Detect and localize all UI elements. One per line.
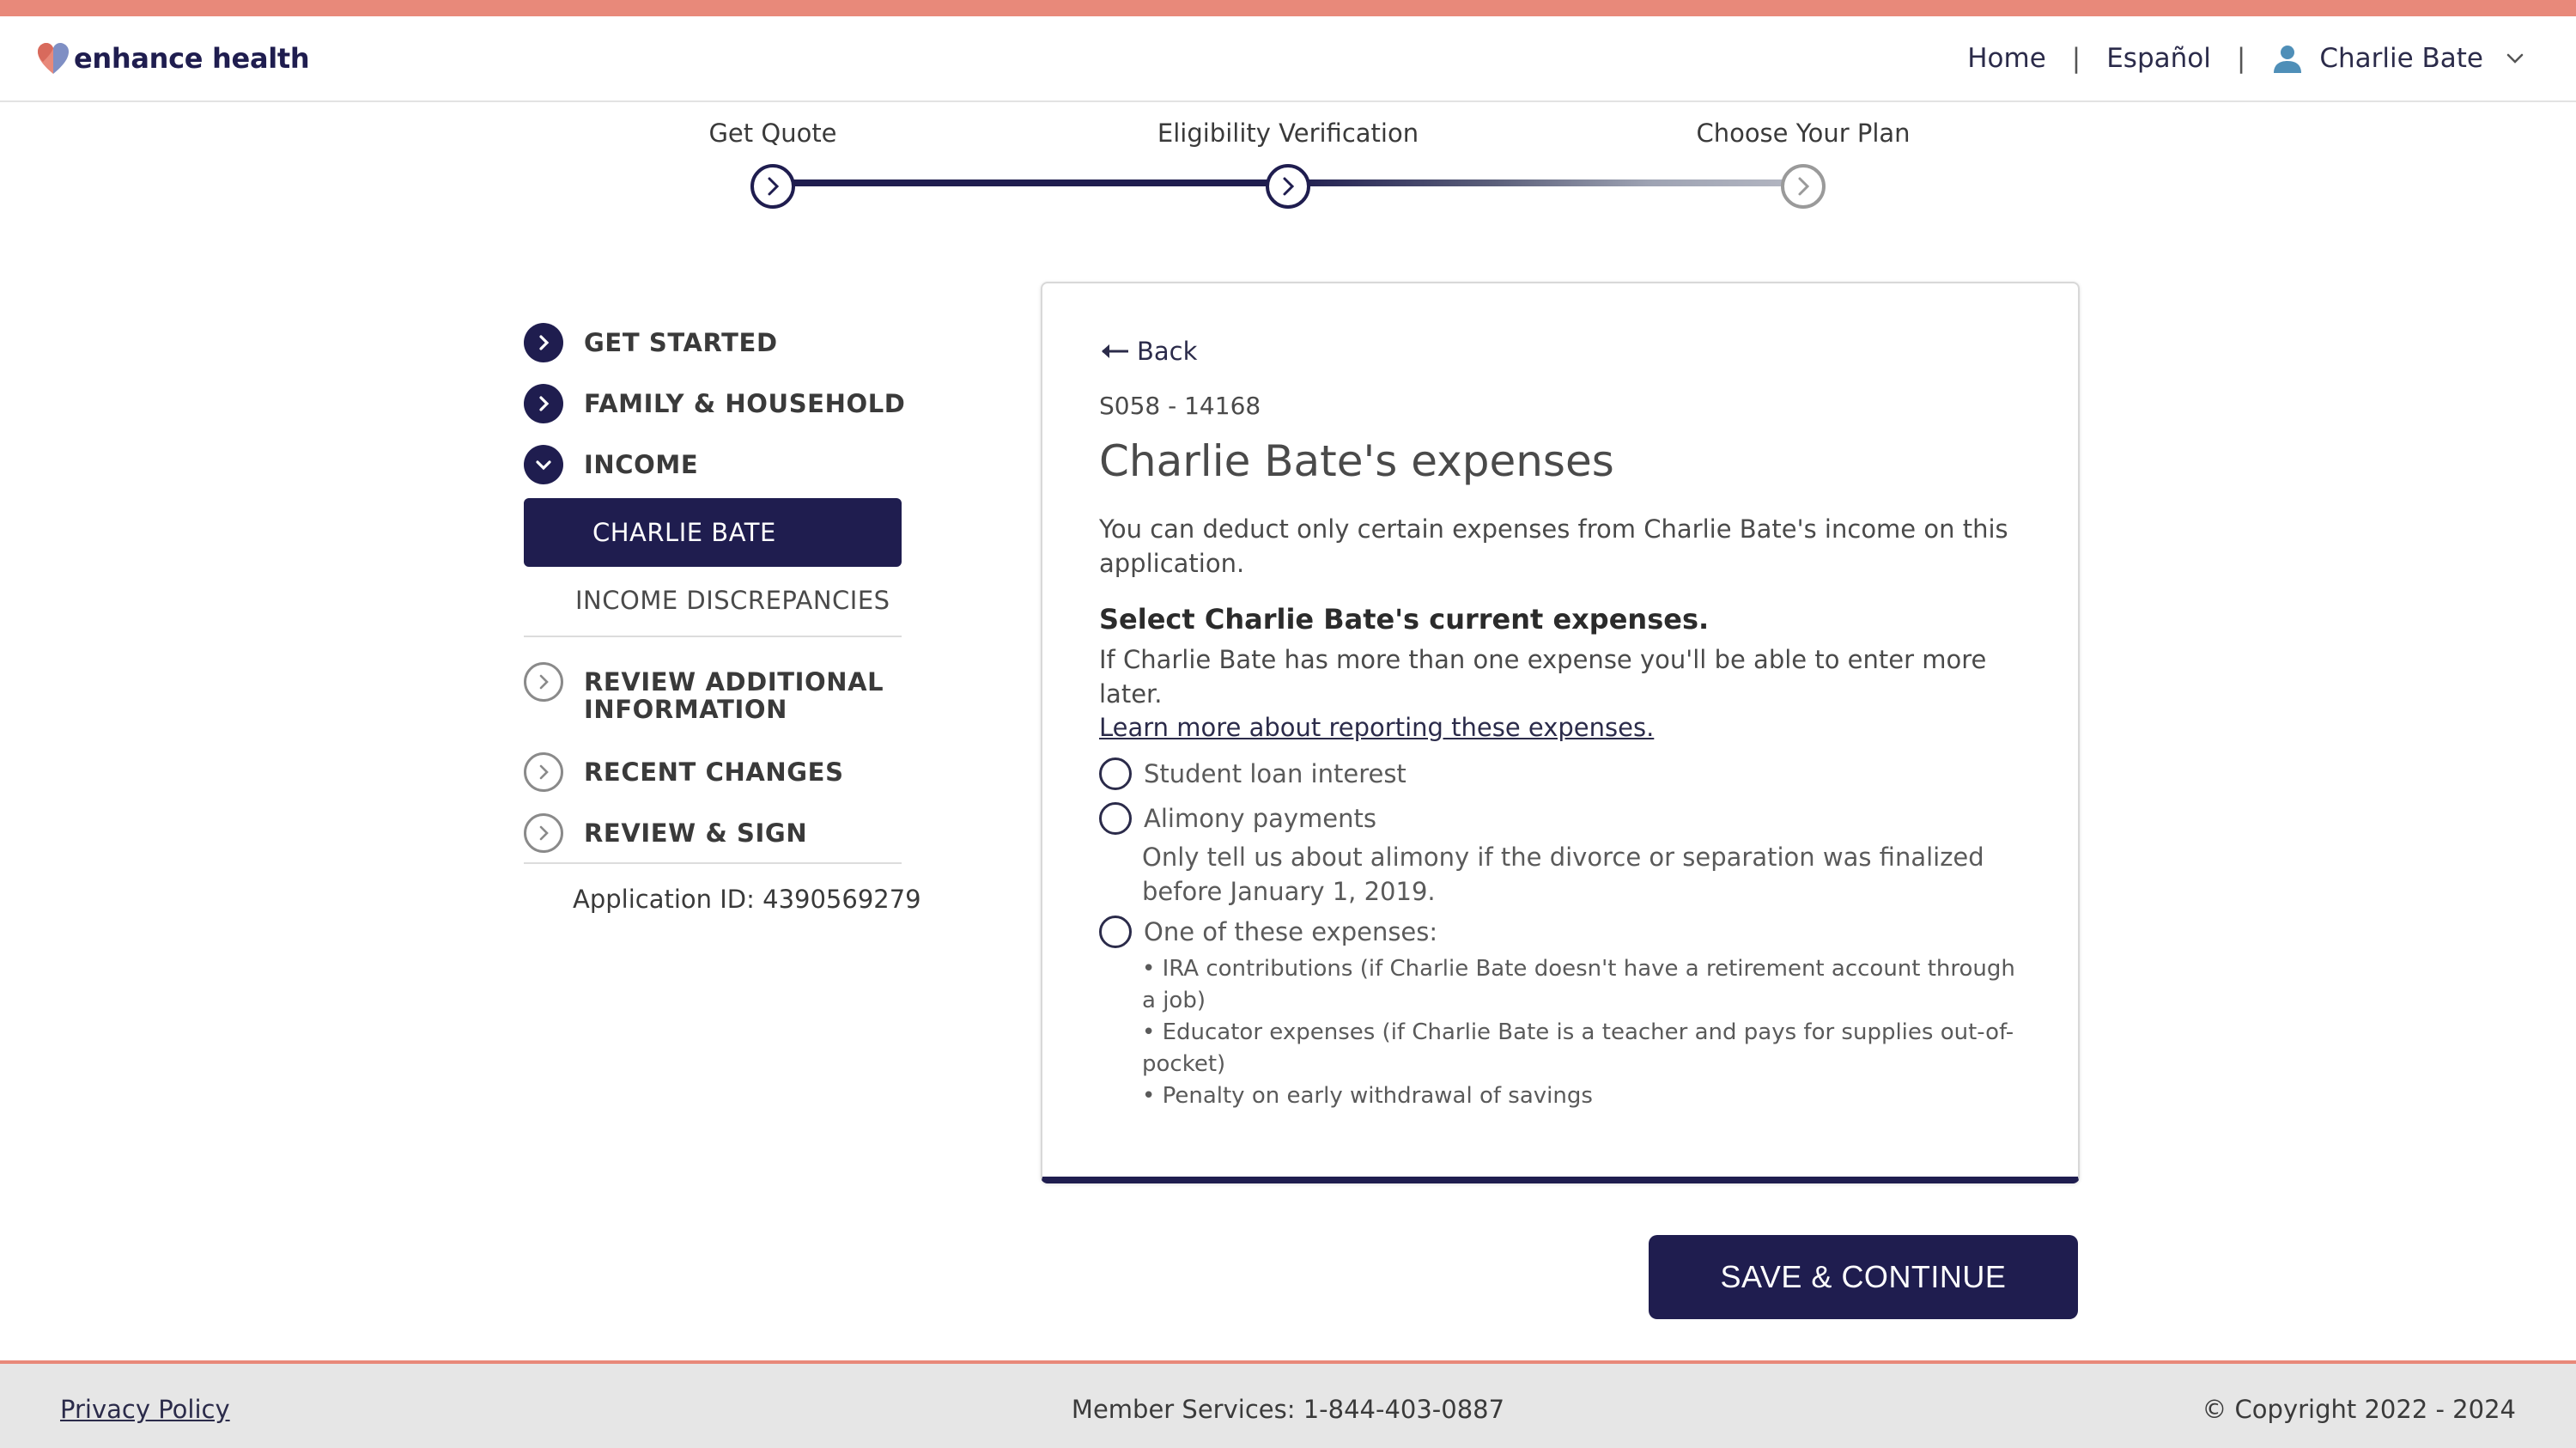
radio-student-loan-interest[interactable] [1099,757,1132,790]
chevron-right-outline-icon [524,662,563,702]
sidebar-item-family-household[interactable]: FAMILY & HOUSEHOLD [524,384,905,423]
step-circle-eligibility[interactable] [1266,164,1310,209]
top-nav: Home | Español | Charlie Bate [1967,39,2528,78]
sidebar-item-label: FAMILY & HOUSEHOLD [584,389,906,418]
back-label: Back [1137,337,1198,366]
nav-language-link[interactable]: Español [2106,43,2211,74]
step-connector-complete [773,179,1288,186]
member-services: Member Services: 1-844-403-0887 [1071,1395,1505,1424]
option-alimony-payments[interactable]: Alimony payments [1099,802,1376,835]
site-header: enhance health Home | Español | Charlie … [0,16,2576,102]
step-circle-choose-plan[interactable] [1781,164,1826,209]
sidebar-item-label: INCOME [584,450,699,479]
sidebar-subitem-charlie-bate[interactable]: CHARLIE BATE [524,498,902,567]
user-icon [2274,46,2302,73]
alimony-note: Only tell us about alimony if the divorc… [1142,843,1984,906]
user-menu-name[interactable]: Charlie Bate [2319,43,2483,74]
sidebar-divider [524,862,902,864]
step-label-get-quote: Get Quote [708,119,837,148]
sidebar-subitem-income-discrepancies[interactable]: INCOME DISCREPANCIES [575,586,890,615]
intro-text: You can deduct only certain expenses fro… [1099,514,2008,578]
option-label: Alimony payments [1144,804,1376,833]
chevron-right-outline-icon [524,813,563,853]
sidebar-item-label: GET STARTED [584,328,778,357]
chevron-right-icon [1283,177,1295,196]
site-footer: Privacy Policy Member Services: 1-844-40… [0,1360,2576,1448]
heart-logo-icon [38,43,69,74]
chevron-down-filled-icon [524,445,563,484]
step-label-choose-plan: Choose Your Plan [1696,119,1911,148]
application-id: Application ID: 4390569279 [573,885,921,914]
back-link[interactable]: Back [1099,337,1197,366]
list-item: • Educator expenses (if Charlie Bate is … [1142,1019,2014,1077]
sidebar-item-label: REVIEW ADDITIONAL INFORMATION [584,667,884,724]
option-other-expenses[interactable]: One of these expenses: [1099,916,1437,948]
list-item: • IRA contributions (if Charlie Bate doe… [1142,956,2015,1013]
chevron-right-icon [768,177,780,196]
sidebar-item-label: RECENT CHANGES [584,757,844,787]
step-connector-upcoming [1288,179,1803,186]
nav-separator: | [2071,43,2081,74]
sidebar-item-review-sign[interactable]: REVIEW & SIGN [524,813,807,853]
option-student-loan-interest[interactable]: Student loan interest [1099,757,1406,790]
nav-separator: | [2236,43,2246,74]
page-title: Charlie Bate's expenses [1099,436,1614,486]
privacy-policy-link[interactable]: Privacy Policy [60,1395,230,1424]
question-help-text: If Charlie Bate has more than one expens… [1099,645,1987,709]
sidebar-item-recent-changes[interactable]: RECENT CHANGES [524,752,844,792]
learn-more-link[interactable]: Learn more about reporting these expense… [1099,713,1654,742]
nav-home-link[interactable]: Home [1967,43,2046,74]
chevron-down-icon[interactable] [2502,46,2528,71]
chevron-right-icon [1798,177,1810,196]
other-expenses-list: • IRA contributions (if Charlie Bate doe… [1142,953,2018,1112]
step-label-eligibility: Eligibility Verification [1157,119,1419,148]
step-circle-get-quote[interactable] [750,164,795,209]
question-heading: Select Charlie Bate's current expenses. [1099,603,1710,636]
screen-code: S058 - 14168 [1099,392,1261,420]
list-item: • Penalty on early withdrawal of savings [1142,1083,1593,1109]
sidebar-divider [524,636,902,637]
brand-logo[interactable]: enhance health [34,39,310,78]
arrow-left-icon [1102,344,1128,358]
sidebar-item-income[interactable]: INCOME [524,445,698,484]
copyright: © Copyright 2022 - 2024 [2202,1395,2516,1424]
radio-other-expenses[interactable] [1099,916,1132,948]
chevron-right-filled-icon [524,384,563,423]
chevron-right-filled-icon [524,323,563,362]
radio-alimony-payments[interactable] [1099,802,1132,835]
save-continue-button[interactable]: SAVE & CONTINUE [1649,1235,2078,1319]
expenses-card: Back S058 - 14168 Charlie Bate's expense… [1041,282,2080,1183]
option-label: One of these expenses: [1144,917,1438,946]
sidebar-item-review-additional[interactable]: REVIEW ADDITIONAL INFORMATION [524,662,893,723]
chevron-right-outline-icon [524,752,563,792]
option-label: Student loan interest [1144,759,1406,788]
brand-name: enhance health [74,42,310,75]
top-accent-bar [0,0,2576,16]
sidebar-item-get-started[interactable]: GET STARTED [524,323,778,362]
sidebar-item-label: REVIEW & SIGN [584,818,808,848]
